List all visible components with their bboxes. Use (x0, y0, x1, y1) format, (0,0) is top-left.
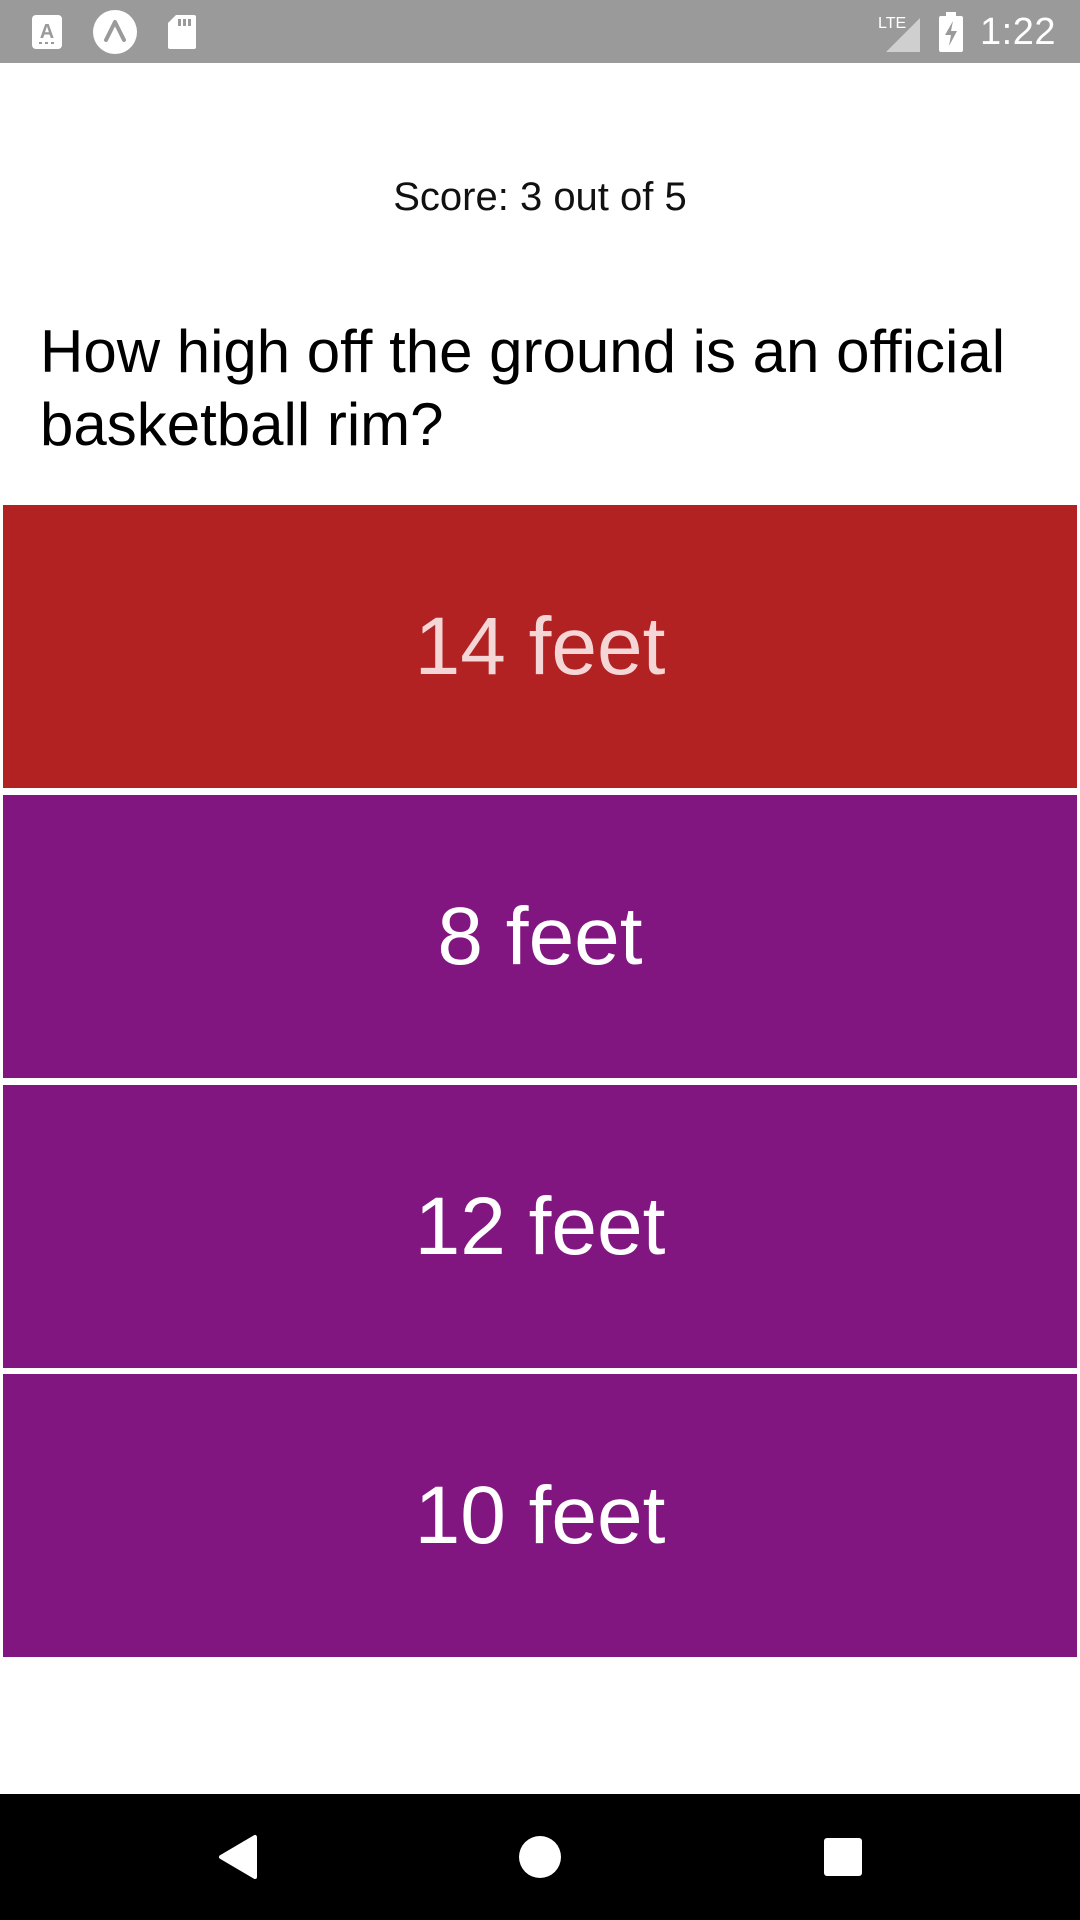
answer-label: 8 feet (437, 890, 643, 982)
answer-button[interactable]: 14 feet (3, 505, 1077, 788)
question-text: How high off the ground is an official b… (40, 318, 1006, 458)
lte-signal-icon: LTE (876, 10, 922, 54)
nav-recents-button[interactable] (780, 1794, 906, 1920)
answer-label: 10 feet (414, 1469, 666, 1561)
expo-icon (92, 9, 138, 55)
score-text: Score: 3 out of 5 (393, 175, 687, 219)
sd-card-icon (166, 13, 198, 51)
back-icon (219, 1835, 257, 1879)
status-time: 1:22 (980, 10, 1056, 53)
app-screen: A LTE 1:22 Score: 3 out of 5 How high of… (0, 0, 1080, 1920)
answer-button[interactable]: 12 feet (3, 1085, 1077, 1368)
nav-back-button[interactable] (174, 1794, 300, 1920)
answer-label: 12 feet (414, 1180, 666, 1272)
svg-text:LTE: LTE (878, 15, 906, 32)
status-bar-system: LTE 1:22 (876, 6, 1056, 58)
home-icon (519, 1836, 561, 1878)
svg-text:A: A (40, 21, 54, 43)
nav-home-button[interactable] (477, 1794, 603, 1920)
status-bar-notifications: A (30, 10, 198, 54)
answer-button[interactable]: 10 feet (3, 1374, 1077, 1657)
answer-label: 14 feet (414, 600, 666, 692)
status-bar: A LTE 1:22 (0, 0, 1080, 63)
recents-icon (824, 1838, 862, 1876)
navigation-bar (0, 1794, 1080, 1920)
answer-button[interactable]: 8 feet (3, 795, 1077, 1078)
battery-charging-icon (938, 12, 964, 52)
text-a-icon: A (30, 13, 64, 51)
